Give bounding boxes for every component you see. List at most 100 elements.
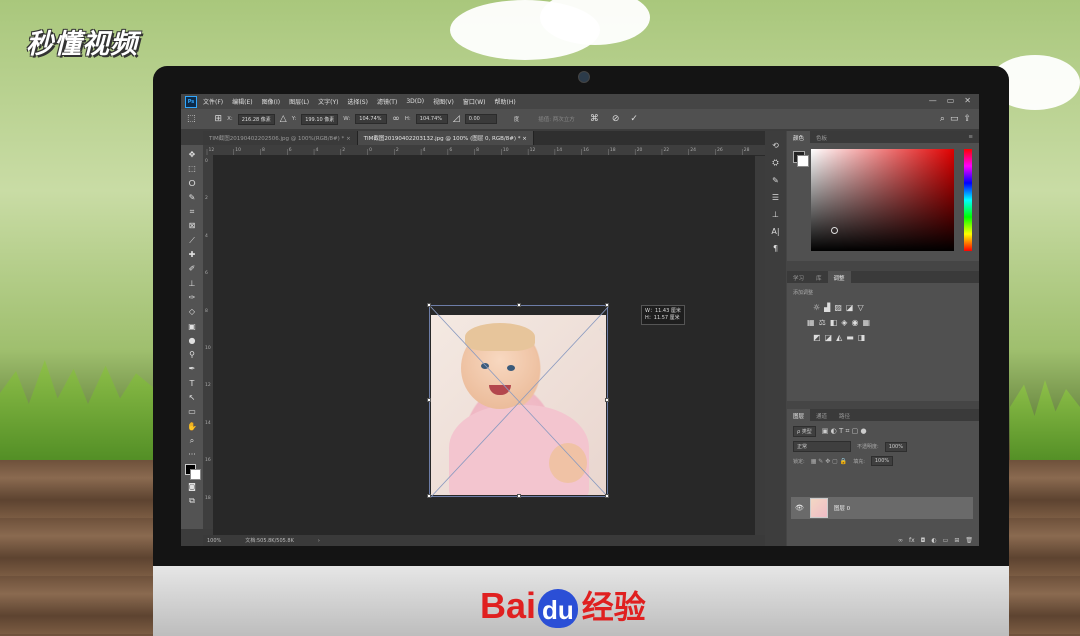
interpolation-label[interactable]: 插值: 两次立方 xyxy=(538,115,575,123)
quick-mask-icon[interactable]: ◙ xyxy=(185,481,199,492)
transform-handle-bottom[interactable] xyxy=(517,494,521,498)
delete-layer-icon[interactable]: 🗑 xyxy=(965,537,973,544)
path-select-icon[interactable]: ↖ xyxy=(185,392,199,403)
layer-row[interactable]: 👁 图层 0 xyxy=(791,497,973,519)
warp-mode-icon[interactable]: ⌘ xyxy=(590,114,599,124)
exposure-icon[interactable]: ◪ xyxy=(846,303,854,312)
brush-tool-icon[interactable]: ✐ xyxy=(185,263,199,274)
height-scale-field[interactable]: 104.74% xyxy=(415,114,448,124)
black-white-icon[interactable]: ◧ xyxy=(830,318,838,327)
visibility-eye-icon[interactable]: 👁 xyxy=(795,504,804,512)
new-layer-icon[interactable]: ⊞ xyxy=(954,537,959,544)
gradient-map-icon[interactable]: ▬ xyxy=(846,333,854,342)
clone-stamp-icon[interactable]: ⊥ xyxy=(185,278,199,289)
transform-handle-top[interactable] xyxy=(517,303,521,307)
menu-help[interactable]: 帮助(H) xyxy=(495,97,516,106)
tab-document-2[interactable]: TIM截图20190402203132.jpg @ 100% (图层 0, RG… xyxy=(357,131,534,145)
type-tool-icon[interactable]: T xyxy=(185,378,199,389)
move-tool-icon[interactable]: ✥ xyxy=(185,149,199,160)
menu-type[interactable]: 文字(Y) xyxy=(318,97,338,106)
rotate-angle-field[interactable]: 0.00 xyxy=(464,114,497,124)
brightness-icon[interactable]: ☼ xyxy=(813,303,820,312)
menu-filter[interactable]: 滤镜(T) xyxy=(377,97,397,106)
fill-field[interactable]: 100% xyxy=(870,456,894,466)
color-swatches[interactable] xyxy=(185,463,201,480)
posterize-icon[interactable]: ◪ xyxy=(825,333,833,342)
workspace-icon[interactable]: ▭ xyxy=(950,114,959,124)
transform-handle-top-right[interactable] xyxy=(605,303,609,307)
cancel-transform-icon[interactable]: ⊘ xyxy=(612,114,620,124)
search-icon[interactable]: ⌕ xyxy=(940,114,945,124)
document-canvas[interactable]: W：11.43 厘米 H：11.57 厘米 ⤡ xyxy=(213,155,755,535)
relative-position-icon[interactable]: △ xyxy=(280,114,287,124)
levels-icon[interactable]: ▟ xyxy=(824,303,830,312)
blend-mode-select[interactable]: 正常 xyxy=(793,441,851,452)
opacity-field[interactable]: 100% xyxy=(884,441,907,452)
transform-handle-top-left[interactable] xyxy=(427,303,431,307)
adjust-sliders-icon[interactable]: ☰ xyxy=(772,193,779,202)
color-picker-cursor[interactable] xyxy=(831,227,838,234)
menu-3d[interactable]: 3D(D) xyxy=(406,98,424,105)
color-picker-field[interactable] xyxy=(811,149,954,251)
menu-file[interactable]: 文件(F) xyxy=(203,97,223,106)
selective-color-icon[interactable]: ◨ xyxy=(858,333,866,342)
lock-icons[interactable]: ▦ ✎ ✥ ▢ 🔒 xyxy=(811,458,848,465)
color-lookup-icon[interactable]: ▦ xyxy=(862,318,870,327)
channel-mixer-icon[interactable]: ◉ xyxy=(851,318,858,327)
menu-window[interactable]: 窗口(W) xyxy=(463,97,486,106)
reference-point-icon[interactable]: ⊞ xyxy=(215,114,223,124)
tab-color[interactable]: 颜色 xyxy=(787,131,811,143)
new-adjustment-icon[interactable]: ◐ xyxy=(931,537,936,544)
tab-paths[interactable]: 路径 xyxy=(833,409,856,421)
y-position-field[interactable]: 199.10 像素 xyxy=(301,113,339,125)
tab-close-icon[interactable]: × xyxy=(346,136,351,142)
free-transform-box[interactable] xyxy=(427,303,609,498)
gradient-tool-icon[interactable]: ▣ xyxy=(185,321,199,332)
pen-tool-icon[interactable]: ✒ xyxy=(185,363,199,374)
transform-handle-bottom-left[interactable] xyxy=(427,494,431,498)
panel-menu-icon[interactable]: ≡ xyxy=(962,131,979,143)
share-icon[interactable]: ⇪ xyxy=(963,114,971,124)
x-position-field[interactable]: 216.28 像素 xyxy=(237,113,275,125)
vibrance-icon[interactable]: ▽ xyxy=(857,303,863,312)
add-mask-icon[interactable]: ◘ xyxy=(921,537,926,544)
filter-icons[interactable]: ▣ ◐ T ⌗ ▢ ● xyxy=(822,427,867,436)
width-scale-field[interactable]: 104.74% xyxy=(355,114,388,124)
history-brush-icon[interactable]: ✑ xyxy=(185,292,199,303)
curves-icon[interactable]: ▨ xyxy=(834,303,842,312)
screen-mode-icon[interactable]: ⧉ xyxy=(185,495,199,506)
close-window-button[interactable]: ✕ xyxy=(964,96,971,105)
layer-kind-filter[interactable]: ρ 类型 xyxy=(793,426,816,437)
tab-document-1[interactable]: TIM截图20190402202506.jpg @ 100%(RGB/8#) *… xyxy=(203,131,358,145)
transform-handle-right[interactable] xyxy=(605,398,609,402)
frame-tool-icon[interactable]: ⊠ xyxy=(185,220,199,231)
tab-close-icon[interactable]: × xyxy=(522,136,527,142)
background-color[interactable] xyxy=(190,468,201,480)
layer-name[interactable]: 图层 0 xyxy=(834,504,850,512)
marquee-tool-icon[interactable]: ⬚ xyxy=(185,163,199,174)
invert-icon[interactable]: ◩ xyxy=(813,333,821,342)
dodge-tool-icon[interactable]: ⚲ xyxy=(185,349,199,360)
hue-slider[interactable] xyxy=(964,149,972,251)
tab-layers[interactable]: 图层 xyxy=(787,409,811,421)
character-panel-icon[interactable]: A| xyxy=(771,227,779,236)
properties-panel-icon[interactable]: ⛭ xyxy=(772,158,778,168)
lasso-tool-icon[interactable]: ⵔ xyxy=(185,178,199,189)
eyedropper-tool-icon[interactable]: ⟋ xyxy=(185,235,199,246)
menu-edit[interactable]: 编辑(E) xyxy=(232,97,252,106)
tab-adjustments[interactable]: 调整 xyxy=(827,271,851,283)
healing-brush-icon[interactable]: ✚ xyxy=(185,249,199,260)
quick-select-tool-icon[interactable]: ✎ xyxy=(185,192,199,203)
menu-image[interactable]: 图像(I) xyxy=(262,97,280,106)
link-layers-icon[interactable]: ∞ xyxy=(898,537,903,544)
rectangle-tool-icon[interactable]: ▭ xyxy=(185,406,199,417)
menu-view[interactable]: 视图(V) xyxy=(433,97,454,106)
transform-handle-left[interactable] xyxy=(427,398,431,402)
align-panel-icon[interactable]: ⊥ xyxy=(772,210,779,219)
history-panel-icon[interactable]: ⟲ xyxy=(772,141,779,150)
transform-handle-bottom-right[interactable] xyxy=(605,494,609,498)
hand-tool-icon[interactable]: ✋ xyxy=(185,421,199,432)
status-arrow-icon[interactable]: › xyxy=(318,538,320,544)
blur-tool-icon[interactable]: ● xyxy=(185,335,199,346)
minimize-button[interactable]: — xyxy=(929,96,937,105)
